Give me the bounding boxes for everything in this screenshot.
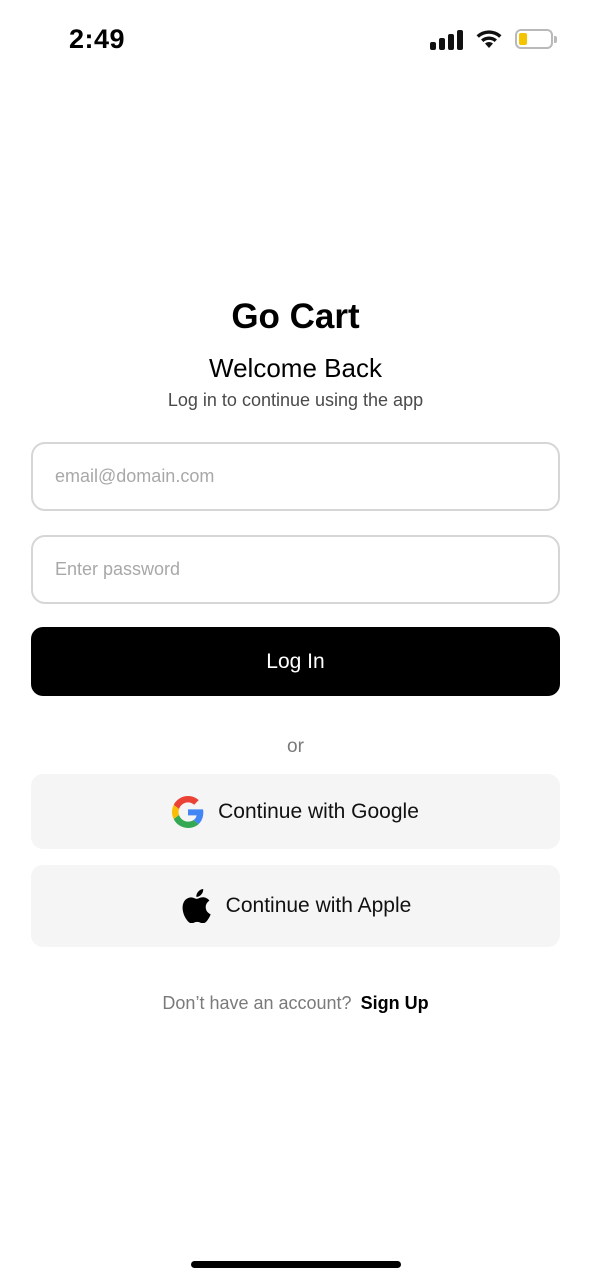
email-field-container bbox=[31, 442, 560, 511]
google-icon bbox=[172, 795, 204, 828]
battery-icon bbox=[515, 29, 557, 49]
password-field-container bbox=[31, 535, 560, 604]
cellular-signal-icon bbox=[430, 28, 463, 50]
signup-prompt: Don’t have an account? bbox=[162, 993, 352, 1013]
status-bar: 2:49 bbox=[0, 0, 591, 80]
email-field[interactable] bbox=[33, 444, 558, 509]
continue-with-google-button[interactable]: Continue with Google bbox=[31, 774, 560, 849]
continue-with-apple-button[interactable]: Continue with Apple bbox=[31, 865, 560, 947]
battery-level bbox=[519, 33, 527, 45]
status-time: 2:49 bbox=[69, 24, 126, 54]
google-button-label: Continue with Google bbox=[218, 799, 419, 823]
login-button[interactable]: Log In bbox=[31, 627, 560, 696]
login-button-label: Log In bbox=[266, 649, 325, 673]
sign-up-link[interactable]: Sign Up bbox=[361, 993, 429, 1013]
apple-button-label: Continue with Apple bbox=[225, 894, 412, 917]
app-title: Go Cart bbox=[231, 297, 360, 336]
status-icons bbox=[430, 26, 557, 52]
wifi-icon bbox=[476, 30, 502, 48]
or-divider: or bbox=[287, 736, 304, 757]
login-subtitle: Log in to continue using the app bbox=[167, 390, 424, 410]
welcome-heading: Welcome Back bbox=[209, 353, 382, 383]
signup-row: Don’t have an account? Sign Up bbox=[0, 993, 591, 1014]
apple-icon bbox=[180, 889, 212, 923]
home-indicator bbox=[191, 1261, 401, 1268]
password-field[interactable] bbox=[33, 537, 558, 602]
login-screen: 2:49 Go Cart Welcome Back Log in to cont… bbox=[0, 0, 591, 1280]
